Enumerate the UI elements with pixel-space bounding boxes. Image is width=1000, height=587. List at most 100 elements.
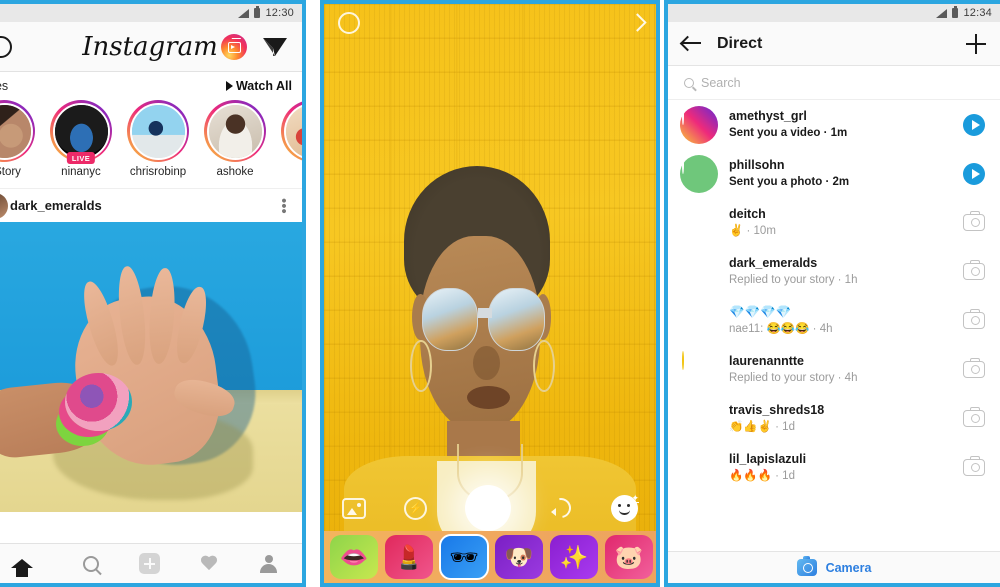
filter-carousel[interactable]: 👄 💄 🕶 🐶 ✨ 🐷 [324, 531, 656, 583]
story-label: ber [278, 166, 302, 178]
search-placeholder: Search [701, 75, 741, 90]
list-item[interactable]: laurenanntte Replied to your story · 4h [668, 345, 1000, 394]
avatar[interactable] [680, 204, 718, 242]
post-username[interactable]: dark_emeralds [10, 198, 102, 213]
bottom-tab-bar[interactable] [0, 543, 302, 583]
camera-icon[interactable] [962, 308, 986, 333]
more-options-icon[interactable]: ••• [275, 198, 292, 214]
thread-username: deitch [729, 207, 766, 222]
thread-preview: Sent you a video · 1m [729, 126, 848, 139]
filter-mouth[interactable]: 👄 [330, 535, 378, 579]
camera-button[interactable]: Camera [668, 551, 1000, 583]
thread-username: amethyst_grl [729, 109, 807, 124]
camera-icon[interactable] [962, 455, 986, 480]
list-item[interactable]: travis_shreds18 👏👍✌️ · 1d [668, 394, 1000, 443]
thread-username: laurenanntte [729, 354, 805, 369]
status-time: 12:30 [265, 7, 294, 19]
tab-home[interactable] [10, 552, 44, 577]
filter-glyph: 🐶 [504, 543, 534, 570]
filter-dog-face[interactable]: 🐶 [495, 535, 543, 579]
watch-all-button[interactable]: Watch All [225, 79, 292, 93]
story-item-your-story[interactable]: r Story [0, 100, 38, 178]
avatar[interactable] [680, 302, 718, 340]
play-button[interactable] [962, 113, 986, 137]
avatar[interactable] [680, 253, 718, 291]
back-arrow-icon[interactable] [682, 35, 701, 52]
instagram-header: Instagram [0, 22, 302, 72]
filter-glyph: ✨ [559, 543, 589, 570]
search-icon [684, 77, 694, 88]
status-time: 12:34 [963, 7, 992, 19]
list-item[interactable]: phillsohn Sent you a photo · 2m [668, 149, 1000, 198]
avatar[interactable] [680, 449, 718, 487]
thread-preview: 🔥🔥🔥 · 1d [729, 469, 795, 482]
list-item[interactable]: 💎💎💎💎 nae11: 😂😂😂 · 4h [668, 296, 1000, 345]
camera-controls[interactable]: ⚡ ✦ [324, 485, 656, 531]
thread-preview: Replied to your story · 4h [729, 371, 858, 384]
camera-icon[interactable] [962, 259, 986, 284]
camera-settings-circle-icon[interactable] [338, 12, 360, 34]
gallery-icon[interactable] [342, 497, 366, 519]
camera-icon[interactable] [962, 210, 986, 235]
thread-username: dark_emeralds [729, 256, 818, 271]
signal-icon [238, 8, 250, 18]
avatar[interactable] [680, 351, 718, 389]
story-item-ashoke[interactable]: ashoke [201, 100, 269, 178]
filter-pig-face[interactable]: 🐷 [605, 535, 653, 579]
play-button[interactable] [962, 162, 986, 186]
face-effects-icon[interactable]: ✦ [611, 493, 639, 522]
list-item[interactable]: dark_emeralds Replied to your story · 1h [668, 247, 1000, 296]
battery-icon [952, 6, 959, 18]
add-post-icon [139, 553, 161, 574]
profile-icon [259, 554, 278, 573]
thread-username: lil_lapislazuli [729, 452, 807, 467]
flash-icon[interactable]: ⚡ [404, 496, 427, 520]
plus-new-message-icon[interactable] [966, 33, 986, 54]
status-bar-home: 12:30 [0, 4, 302, 22]
story-item-ninanyc[interactable]: LIVE ninanyc [47, 100, 115, 178]
direct-thread-list[interactable]: amethyst_grl Sent you a video · 1m phill… [668, 100, 1000, 492]
list-item[interactable]: lil_lapislazuli 🔥🔥🔥 · 1d [668, 443, 1000, 492]
filter-glyph: 🕶 [449, 543, 479, 570]
filter-sunglasses[interactable]: 🕶 [439, 534, 489, 580]
tab-profile[interactable] [256, 552, 280, 576]
filter-glyph: 👄 [339, 543, 369, 570]
list-item[interactable]: deitch ✌️ · 10m [668, 198, 1000, 247]
filter-glyph: 🐷 [614, 543, 644, 570]
tab-activity[interactable] [197, 552, 221, 576]
play-triangle-icon [225, 81, 233, 91]
tab-add-post[interactable] [138, 552, 162, 576]
story-item-chrisrobinp[interactable]: chrisrobinp [124, 100, 192, 178]
stories-header-bar: ries Watch All [0, 72, 302, 100]
battery-icon [254, 6, 261, 18]
shutter-button[interactable] [465, 485, 511, 531]
story-item-ber[interactable]: ber [278, 100, 302, 178]
avatar[interactable] [0, 192, 8, 219]
filter-makeup-wand[interactable]: 💄 [385, 535, 433, 579]
post-photo [0, 222, 302, 512]
rotate-camera-icon[interactable] [549, 496, 573, 520]
camera-icon [796, 555, 817, 576]
status-bar-direct: 12:34 [668, 4, 1000, 22]
search-input[interactable]: Search [668, 66, 1000, 100]
watch-all-label: Watch All [235, 79, 292, 93]
thread-preview: Sent you a photo · 2m [729, 175, 850, 188]
avatar[interactable] [680, 400, 718, 438]
search-icon [82, 555, 99, 572]
story-label: ninanyc [61, 166, 101, 178]
thread-username: phillsohn [729, 158, 785, 173]
camera-viewfinder: ⚡ ✦ 👄 💄 🕶 🐶 ✨ 🐷 [324, 4, 656, 583]
list-item[interactable]: amethyst_grl Sent you a video · 1m [668, 100, 1000, 149]
signal-icon [936, 8, 948, 18]
avatar[interactable] [680, 154, 718, 193]
avatar[interactable] [680, 105, 718, 144]
tab-search[interactable] [79, 552, 103, 576]
story-label: chrisrobinp [129, 166, 187, 178]
camera-icon[interactable] [962, 406, 986, 431]
direct-paper-plane-icon[interactable] [262, 36, 288, 58]
stories-carousel[interactable]: r Story LIVE ninanyc chrisrobinp ashoke [0, 100, 302, 188]
phone-panel-direct: 12:34 Direct Search amethyst_grl Sent yo… [664, 0, 1000, 587]
filter-sparkle-face[interactable]: ✨ [550, 535, 598, 579]
igtv-icon[interactable] [221, 34, 247, 60]
camera-icon[interactable] [962, 357, 986, 382]
